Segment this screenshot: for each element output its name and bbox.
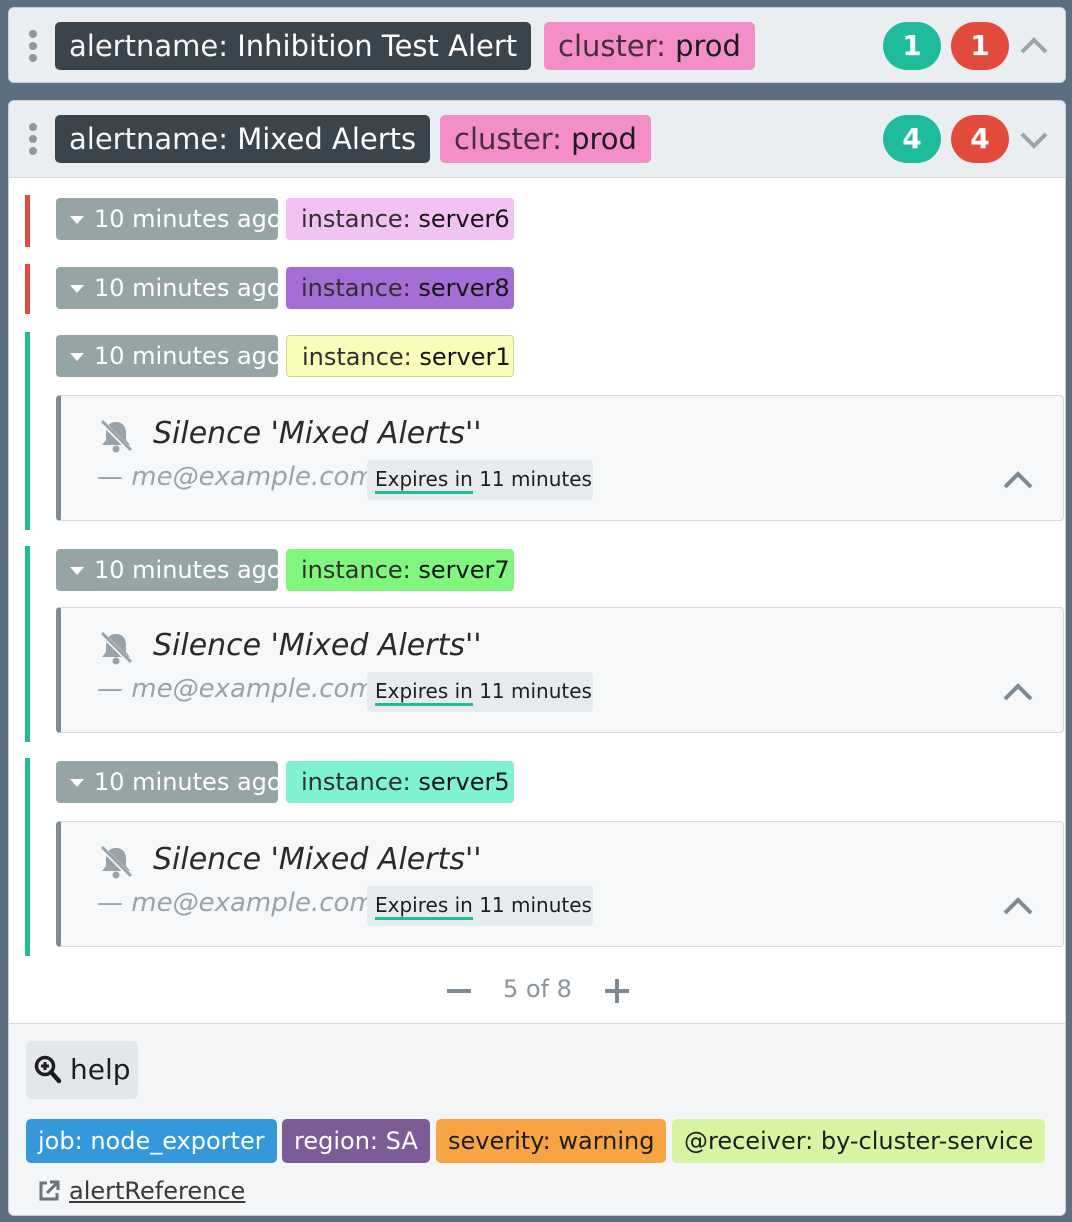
- chevron-down-icon[interactable]: [1019, 125, 1049, 153]
- active-count-badge[interactable]: 4: [951, 115, 1009, 163]
- silence-title: Silence 'Mixed Alerts'': [153, 628, 482, 663]
- silence-expiry-badge[interactable]: Expires in 11 minutes: [367, 460, 593, 500]
- alert-group-inhibition: alertname: Inhibition Test Alert cluster…: [8, 7, 1066, 83]
- bell-off-icon: [99, 845, 133, 879]
- caret-down-icon: [70, 216, 84, 224]
- alert-state-bar: [25, 758, 30, 956]
- alert-state-bar: [25, 546, 30, 742]
- instance-label[interactable]: instance: server8: [286, 267, 514, 309]
- label-job[interactable]: job: node_exporter: [26, 1119, 277, 1163]
- alertname-label[interactable]: alertname: Inhibition Test Alert: [55, 22, 532, 70]
- expiry-progress: [375, 491, 473, 494]
- alertname-label[interactable]: alertname: Mixed Alerts: [55, 115, 431, 163]
- suppressed-count-badge[interactable]: 1: [883, 22, 941, 70]
- plus-icon-vertical[interactable]: [615, 979, 619, 1003]
- chevron-up-icon[interactable]: [1001, 894, 1035, 918]
- instance-label[interactable]: instance: server7: [286, 549, 514, 591]
- silence-expiry-badge[interactable]: Expires in 11 minutes: [367, 886, 593, 926]
- label-region[interactable]: region: SA: [282, 1119, 430, 1163]
- alert-time-button[interactable]: 10 minutes ago: [56, 761, 282, 803]
- alert-state-bar: [25, 195, 30, 247]
- minus-icon[interactable]: [447, 989, 471, 993]
- bell-off-icon: [99, 419, 133, 453]
- active-count-badge[interactable]: 1: [951, 22, 1009, 70]
- alert-state-bar: [25, 264, 30, 314]
- silence-author: — me@example.com: [97, 674, 375, 704]
- alert-time-button[interactable]: 10 minutes ago: [56, 267, 282, 309]
- pagination: 5 of 8: [9, 971, 1065, 1011]
- expiry-progress: [375, 917, 473, 920]
- zoom-in-icon: [34, 1055, 62, 1084]
- alert-row: 10 minutes ago instance: server7 Silence…: [25, 546, 1065, 744]
- silence-author: — me@example.com: [97, 888, 375, 918]
- alert-reference-link[interactable]: alertReference: [37, 1174, 245, 1208]
- alert-time-button[interactable]: 10 minutes ago: [56, 549, 282, 591]
- group-header[interactable]: alertname: Inhibition Test Alert cluster…: [9, 8, 1065, 82]
- silence-expiry-badge[interactable]: Expires in 11 minutes: [367, 672, 593, 712]
- alert-row: 10 minutes ago instance: server1 Silence…: [25, 332, 1065, 530]
- alert-group-mixed: alertname: Mixed Alerts cluster: prod 4 …: [8, 100, 1066, 1216]
- silence-title: Silence 'Mixed Alerts'': [153, 842, 482, 877]
- label-receiver[interactable]: @receiver: by-cluster-service: [672, 1119, 1046, 1163]
- group-header[interactable]: alertname: Mixed Alerts cluster: prod 4 …: [9, 101, 1065, 178]
- alert-time-button[interactable]: 10 minutes ago: [56, 335, 282, 377]
- alert-row: 10 minutes ago instance: server5 Silence…: [25, 758, 1065, 956]
- instance-label[interactable]: instance: server6: [286, 198, 514, 240]
- chevron-up-icon[interactable]: [1001, 468, 1035, 492]
- silence-card: Silence 'Mixed Alerts'' — me@example.com…: [56, 821, 1064, 947]
- alert-row: 10 minutes ago instance: server8: [25, 264, 1065, 314]
- help-button[interactable]: help: [26, 1041, 138, 1099]
- cluster-label[interactable]: cluster: prod: [544, 22, 755, 70]
- bell-off-icon: [99, 631, 133, 665]
- silence-author: — me@example.com: [97, 462, 375, 492]
- silence-title: Silence 'Mixed Alerts'': [153, 416, 482, 451]
- chevron-up-icon[interactable]: [1019, 32, 1049, 60]
- instance-label[interactable]: instance: server5: [286, 761, 514, 803]
- alert-row: 10 minutes ago instance: server6: [25, 195, 1065, 247]
- expiry-progress: [375, 703, 473, 706]
- caret-down-icon: [70, 779, 84, 787]
- silence-card: Silence 'Mixed Alerts'' — me@example.com…: [56, 607, 1064, 733]
- caret-down-icon: [70, 567, 84, 575]
- caret-down-icon: [70, 353, 84, 361]
- alert-state-bar: [25, 332, 30, 530]
- external-link-icon: [39, 1180, 60, 1201]
- suppressed-count-badge[interactable]: 4: [883, 115, 941, 163]
- chevron-up-icon[interactable]: [1001, 680, 1035, 704]
- drag-handle-icon[interactable]: [29, 123, 37, 155]
- caret-down-icon: [70, 285, 84, 293]
- group-footer: help job: node_exporter region: SA sever…: [9, 1023, 1065, 1215]
- page-count: 5 of 8: [503, 975, 572, 1003]
- alert-time-button[interactable]: 10 minutes ago: [56, 198, 282, 240]
- silence-card: Silence 'Mixed Alerts'' — me@example.com…: [56, 395, 1064, 521]
- label-severity[interactable]: severity: warning: [436, 1119, 667, 1163]
- instance-label[interactable]: instance: server1: [286, 335, 514, 377]
- cluster-label[interactable]: cluster: prod: [440, 115, 651, 163]
- drag-handle-icon[interactable]: [29, 30, 37, 62]
